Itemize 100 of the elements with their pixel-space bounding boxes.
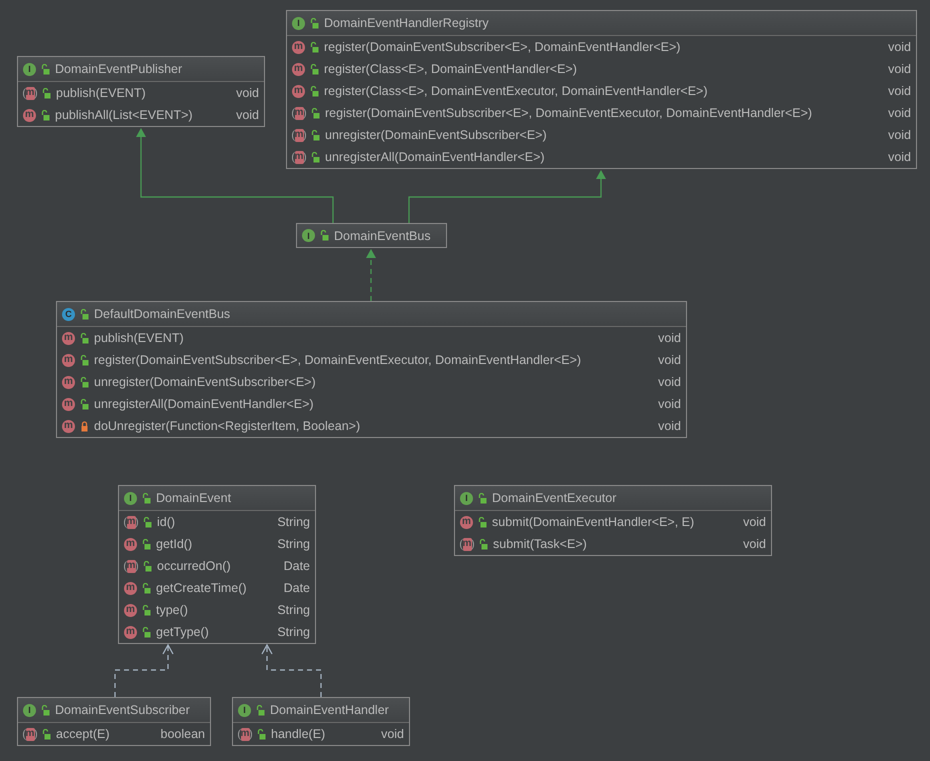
type-name: DomainEventHandler [270,703,389,717]
method-signature: getType() [156,625,210,639]
dependency-arrow [261,644,322,697]
method-signature: submit(DomainEventHandler<E>, E) [492,515,696,529]
abstract-method-icon: m [292,128,306,142]
return-type: void [658,419,681,433]
interface-box[interactable]: I DomainEventExecutor m submit(DomainEventHandler<E>, E) void m submit(Task<E>) void [454,485,772,556]
type-name: DomainEventSubscriber [55,703,190,717]
method-icon: m [292,84,305,98]
method-signature: publish(EVENT) [56,86,147,100]
type-name: DomainEventPublisher [55,62,182,76]
method-signature: accept(E) [56,727,110,741]
method-signature: getId() [156,537,194,551]
method-icon: m [23,108,36,122]
interface-box[interactable]: I DomainEventSubscriber m accept(E) boolean [17,697,211,746]
method-signature: unregister(DomainEventSubscriber<E>) [94,375,317,389]
return-type: void [888,62,911,76]
interface-icon: I [238,704,251,716]
return-type: void [888,150,911,164]
method-signature: publish(EVENT) [94,331,185,345]
return-type: String [277,603,310,617]
return-type: void [236,86,259,100]
method-signature: unregisterAll(DomainEventHandler<E>) [325,150,546,164]
method-signature: register(DomainEventSubscriber<E>, DomainEventExecutor, DomainEventHandler<E>) [325,106,814,120]
abstract-method-icon: m [124,560,138,572]
class-box[interactable] [56,301,687,438]
unlocked-icon [142,492,151,504]
interface-box[interactable]: I DomainEventHandler m handle(E) void [232,697,410,746]
dependency-arrow [114,644,174,697]
type-name: DefaultDomainEventBus [94,307,230,321]
return-type: void [658,353,681,367]
method-icon: m [460,516,473,528]
method-icon: m [124,582,137,594]
interface-icon: I [124,492,137,504]
return-type: void [658,397,681,411]
class-icon: C [62,308,75,320]
method-signature: unregisterAll(DomainEventHandler<E>) [94,397,315,411]
unlocked-icon [478,492,487,504]
unlocked-icon [310,18,319,28]
interface-box[interactable]: I DomainEvent m id() String m getId() String m occurredOn() Date m getCreateTime() Date m type() String m getType() String [118,485,316,644]
return-type: void [888,128,911,142]
abstract-method-icon: m [238,728,252,740]
return-type: void [888,84,911,98]
abstract-method-icon: m [460,538,474,550]
method-signature: register(Class<E>, DomainEventExecutor, DomainEventHandler<E>) [324,84,709,98]
abstract-method-icon: m [292,106,306,120]
method-signature: unregister(DomainEventSubscriber<E>) [325,128,548,142]
unlocked-icon [320,230,329,241]
unlocked-icon [41,704,50,716]
return-type: void [381,727,404,741]
interface-icon: I [23,704,36,716]
abstract-method-icon: m [292,150,306,164]
method-signature: register(DomainEventSubscriber<E>, DomainEventExecutor, DomainEventHandler<E>) [94,353,582,367]
interface-icon: I [302,229,315,242]
method-signature: register(DomainEventSubscriber<E>, DomainEventHandler<E>) [324,40,682,54]
type-name: DomainEvent [156,491,232,505]
method-signature: occurredOn() [157,559,232,573]
method-signature: register(Class<E>, DomainEventHandler<E>) [324,62,578,76]
return-type: void [236,108,259,122]
interface-icon: I [460,492,473,504]
unlocked-icon [256,704,265,716]
return-type: void [743,537,766,551]
return-type: Date [284,581,310,595]
method-signature: id() [157,515,176,529]
unlocked-icon [80,308,89,320]
method-icon: m [124,538,137,550]
return-type: String [277,515,310,529]
method-signature: getCreateTime() [156,581,248,595]
interface-icon: I [292,16,305,30]
return-type: void [888,106,911,120]
return-type: String [277,537,310,551]
abstract-method-icon: m [23,728,37,740]
return-type: Date [284,559,310,573]
method-icon: m [62,376,75,388]
type-name: DomainEventBus [334,228,431,242]
method-icon: m [62,398,75,410]
method-signature: type() [156,603,189,617]
method-signature: submit(Task<E>) [493,537,588,551]
interface-box[interactable] [286,10,917,169]
interface-box[interactable]: I DomainEventPublisher m publish(EVENT) void m publishAll(List<EVENT>) void [17,56,265,127]
abstract-method-icon: m [124,516,138,528]
method-icon: m [124,626,137,638]
abstract-method-icon: m [23,86,37,100]
implementation-arrow [366,249,376,301]
type-name: DomainEventExecutor [492,491,616,505]
interface-icon: I [23,62,36,76]
return-type: void [658,375,681,389]
method-icon: m [62,420,75,432]
method-signature: handle(E) [271,727,326,741]
type-name: DomainEventHandlerRegistry [324,16,489,30]
return-type: String [277,625,310,639]
return-type: void [658,331,681,345]
interface-box[interactable]: I DomainEventBus [296,223,447,248]
unlocked-icon [41,64,50,74]
method-icon: m [292,40,305,54]
return-type: boolean [160,727,205,741]
method-icon: m [62,332,75,344]
method-signature: doUnregister(Function<RegisterItem, Boolean>) [94,419,362,433]
method-icon: m [292,62,305,76]
method-signature: publishAll(List<EVENT>) [55,108,194,122]
